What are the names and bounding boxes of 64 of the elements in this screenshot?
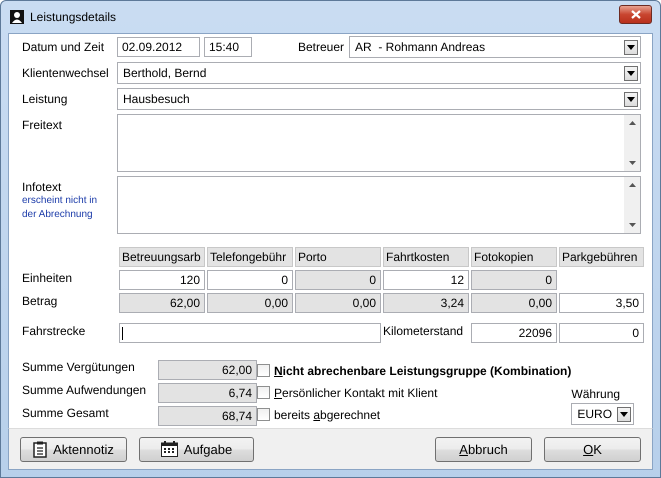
close-button[interactable] [619, 4, 652, 24]
task-button[interactable]: Aufgabe [139, 436, 254, 462]
column-header: Telefongebühr [207, 247, 293, 267]
amount-field[interactable]: 3,50 [559, 293, 644, 313]
column-header: Fotokopien [471, 247, 557, 267]
note-button[interactable]: Aktennotiz [20, 436, 127, 462]
field-label: Summe Vergütungen [22, 360, 136, 374]
scroll-down-icon[interactable] [628, 161, 636, 165]
column-header: Porto [295, 247, 381, 267]
route-field[interactable] [119, 323, 381, 343]
dropdown[interactable]: Hausbesuch [117, 88, 641, 110]
field-label: Summe Aufwendungen [22, 383, 148, 397]
calendar-icon [160, 441, 178, 457]
field-label: Währung [571, 387, 622, 401]
checkbox[interactable] [257, 386, 270, 399]
dialog-button[interactable]: OK [544, 436, 641, 462]
field-label: Betrag [22, 293, 58, 308]
field-label: Datum und Zeit [22, 40, 106, 54]
sum-field[interactable]: 62,00 [158, 360, 257, 380]
dropdown-value: AR - Rohmann Andreas [355, 40, 486, 54]
field-label: Summe Gesamt [22, 406, 110, 420]
checkbox-label: bereits abgerechnet [274, 408, 380, 422]
field-label: Klientenwechsel [22, 66, 110, 80]
dropdown-value: Hausbesuch [123, 92, 191, 106]
units-field[interactable]: 0 [207, 270, 293, 290]
dialog-button[interactable]: Abbruch [435, 436, 532, 462]
window-title: Leistungsdetails [30, 10, 116, 24]
text-cursor [122, 327, 123, 340]
checkbox-label: Nicht abrechenbare Leistungsgruppe (Kombination) [274, 364, 572, 378]
field-label: Einheiten [22, 270, 74, 285]
person-icon [10, 10, 24, 24]
scroll-up-icon[interactable] [628, 121, 636, 125]
dropdown-value: EURO [577, 407, 614, 421]
hint-text: erscheint nicht in der Abrechnung [22, 194, 98, 222]
units-field[interactable]: 12 [383, 270, 469, 290]
scrollbar[interactable] [624, 115, 640, 171]
dropdown[interactable]: AR - Rohmann Andreas [349, 36, 641, 58]
sum-field[interactable]: 6,74 [158, 383, 257, 403]
dropdown[interactable]: EURO [571, 403, 634, 425]
units-field[interactable]: 120 [119, 270, 205, 290]
dropdown[interactable]: Berthold, Bernd [117, 62, 641, 84]
column-header: Parkgebühren [559, 247, 644, 267]
date-field[interactable]: 02.09.2012 [117, 37, 200, 57]
scrollbar[interactable] [624, 177, 640, 233]
input-field[interactable]: 0 [559, 323, 644, 343]
time-field[interactable]: 15:40 [204, 37, 252, 57]
field-label: Fahrstrecke [22, 323, 86, 338]
sum-field[interactable]: 68,74 [158, 406, 257, 426]
column-header: Betreuungsarb [119, 247, 205, 267]
checkbox[interactable] [257, 408, 270, 421]
checkbox[interactable] [257, 364, 270, 377]
scroll-up-icon[interactable] [628, 183, 636, 187]
field-label: Freitext [22, 117, 64, 132]
field-label: Infotext [22, 180, 62, 194]
mileage-field[interactable]: 22096 [471, 323, 557, 343]
dropdown-value: Berthold, Bernd [123, 66, 208, 80]
clipboard-icon [33, 440, 48, 458]
checkbox-label: Persönlicher Kontakt mit Klient [274, 386, 438, 400]
field-label: Leistung [22, 92, 68, 106]
field-label: Kilometerstand [383, 323, 464, 338]
column-header: Fahrtkosten [383, 247, 469, 267]
close-icon [630, 10, 640, 18]
field-label: Betreuer [298, 40, 346, 54]
scroll-down-icon[interactable] [628, 223, 636, 227]
